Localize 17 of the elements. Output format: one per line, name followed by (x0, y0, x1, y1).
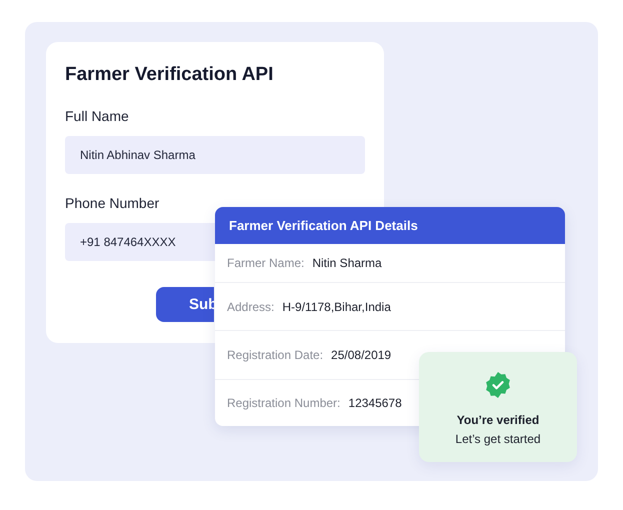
toast-title: You’re verified (456, 413, 540, 427)
detail-value: 25/08/2019 (331, 348, 392, 362)
detail-label: Address: (227, 300, 274, 314)
field-label: Full Name (65, 108, 130, 124)
input-field[interactable]: Nitin Abhinav Sharma (65, 136, 365, 174)
field-label: Phone Number (65, 195, 160, 211)
form-title: Farmer Verification API (65, 64, 274, 86)
details-header: Farmer Verification API Details (215, 207, 565, 244)
toast-subtitle: Let’s get started (455, 432, 541, 446)
detail-label: Registration Number: (227, 396, 340, 410)
detail-label: Registration Date: (227, 348, 324, 362)
detail-label: Farmer Name: (227, 256, 304, 270)
detail-value: 12345678 (348, 396, 402, 410)
input-field[interactable]: +91 847464XXXX (65, 223, 215, 261)
detail-value: Nitin Sharma (312, 256, 382, 270)
verified-badge-icon (484, 371, 512, 399)
detail-value: H-9/1178,Bihar,India (282, 300, 391, 314)
